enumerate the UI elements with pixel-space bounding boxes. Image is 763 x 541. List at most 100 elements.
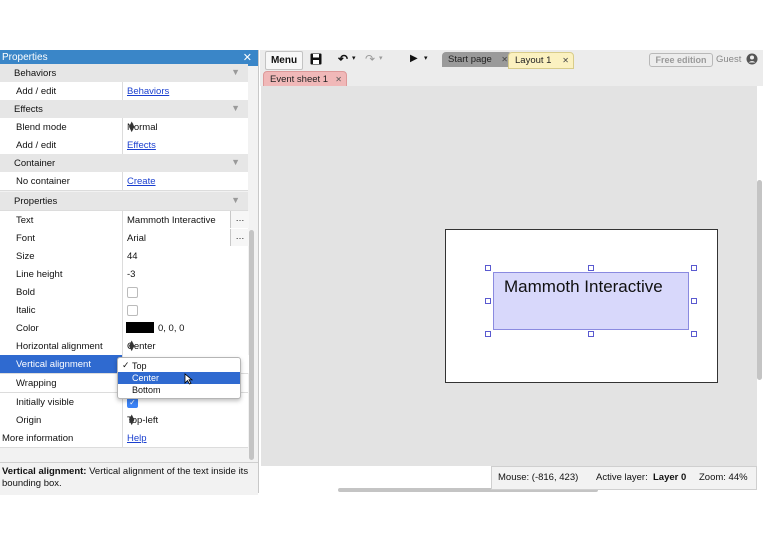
user-account-icon[interactable] xyxy=(746,53,758,65)
zoom-level: Zoom: 44% xyxy=(699,472,748,483)
color-value: 0, 0, 0 xyxy=(158,323,185,334)
font-field[interactable]: Arial … xyxy=(122,229,249,247)
property-row-text: Text Mammoth Interactive … xyxy=(0,211,249,230)
guest-label[interactable]: Guest xyxy=(716,54,741,65)
size-field[interactable]: 44 xyxy=(122,247,249,265)
text-field[interactable]: Mammoth Interactive … xyxy=(122,211,249,229)
blend-mode-select[interactable]: Normal ▲ ▼ xyxy=(122,118,249,136)
play-icon[interactable]: ▶ xyxy=(410,53,418,64)
property-label: Italic xyxy=(16,305,36,316)
close-icon[interactable]: ✕ xyxy=(243,51,252,64)
close-icon[interactable]: ✕ xyxy=(335,72,342,87)
option-label: Bottom xyxy=(132,385,161,395)
property-label: Initially visible xyxy=(16,397,75,408)
properties-panel: Properties ✕ Behaviors ▼ Add / edit Beha… xyxy=(0,50,259,493)
option-label: Top xyxy=(132,361,147,371)
checkmark-icon: ✓ xyxy=(122,360,130,370)
property-row-effects: Add / edit Effects xyxy=(0,136,248,155)
property-row-size: Size 44 xyxy=(0,247,248,266)
property-row-origin: Origin Top-left ▲ ▼ xyxy=(0,411,248,430)
property-row-line-height: Line height -3 xyxy=(0,265,248,284)
chevron-down-icon[interactable]: ▾ xyxy=(352,54,356,62)
behaviors-link[interactable]: Behaviors xyxy=(127,86,169,97)
chevron-down-icon[interactable]: ▾ xyxy=(379,54,383,62)
select-arrows-icon: ▲▼ xyxy=(127,119,137,135)
property-label: Size xyxy=(16,251,35,262)
redo-icon[interactable]: ↷ xyxy=(365,52,375,66)
field-value: Mammoth Interactive xyxy=(127,215,216,226)
line-height-field[interactable]: -3 xyxy=(122,265,249,283)
property-label: Font xyxy=(16,233,36,244)
dropdown-option-top[interactable]: ✓ Top xyxy=(118,360,240,372)
tab-layout-1[interactable]: Layout 1 ✕ xyxy=(508,52,574,69)
property-row-italic: Italic xyxy=(0,301,248,320)
collapse-icon[interactable]: ▼ xyxy=(231,103,240,113)
vertical-alignment-dropdown[interactable]: ✓ Top Center Bottom xyxy=(117,357,241,399)
undo-icon[interactable]: ↶ xyxy=(338,52,348,66)
property-label: Add / edit xyxy=(16,86,57,97)
create-container-link[interactable]: Create xyxy=(127,176,156,187)
text-object-content: Mammoth Interactive xyxy=(504,277,663,296)
property-label: No container xyxy=(16,176,70,187)
effects-link[interactable]: Effects xyxy=(127,140,156,151)
mouse-position: Mouse: (-816, 423) xyxy=(498,472,579,483)
property-label: Horizontal alignment xyxy=(16,341,103,352)
section-behaviors[interactable]: Behaviors ▼ xyxy=(0,64,248,83)
text-object[interactable]: Mammoth Interactive xyxy=(493,272,689,330)
property-label: Color xyxy=(16,323,39,334)
property-row-horizontal-alignment: Horizontal alignment Center ▲ ▼ xyxy=(0,337,248,356)
color-swatch[interactable] xyxy=(126,322,154,333)
dropdown-option-center[interactable]: Center xyxy=(118,372,240,385)
resize-handle[interactable] xyxy=(588,331,594,337)
resize-handle[interactable] xyxy=(691,265,697,271)
help-link[interactable]: Help xyxy=(127,433,147,444)
close-icon[interactable]: ✕ xyxy=(501,52,508,67)
resize-handle[interactable] xyxy=(485,298,491,304)
section-effects[interactable]: Effects ▼ xyxy=(0,100,248,119)
free-edition-badge[interactable]: Free edition xyxy=(649,53,713,67)
horizontal-alignment-select[interactable]: Center ▲ ▼ xyxy=(122,337,249,355)
active-layer-value: Layer 0 xyxy=(653,472,687,483)
close-icon[interactable]: ✕ xyxy=(562,53,569,68)
property-label: Add / edit xyxy=(16,140,57,151)
property-label: Bold xyxy=(16,287,36,298)
floppy-disk-icon[interactable] xyxy=(310,53,322,65)
property-row-more-information: More information Help xyxy=(0,429,248,448)
resize-handle[interactable] xyxy=(485,265,491,271)
italic-checkbox[interactable] xyxy=(127,305,138,316)
collapse-icon[interactable]: ▼ xyxy=(231,157,240,167)
property-row-color: Color 0, 0, 0 xyxy=(0,319,248,338)
property-row-behaviors: Add / edit Behaviors xyxy=(0,82,248,101)
vertical-scrollbar[interactable] xyxy=(757,180,762,380)
properties-scrollbar[interactable] xyxy=(249,230,254,460)
tab-start-page[interactable]: Start page ✕ xyxy=(442,52,512,67)
resize-handle[interactable] xyxy=(485,331,491,337)
ellipsis-button[interactable]: … xyxy=(230,211,249,228)
sheet-tab-bar: Event sheet 1 ✕ xyxy=(260,70,763,88)
section-properties[interactable]: Properties ▼ xyxy=(0,192,248,211)
properties-panel-title: Properties xyxy=(2,52,48,63)
tab-label: Start page xyxy=(448,54,492,65)
select-arrows-icon: ▲▼ xyxy=(127,338,137,354)
tab-label: Layout 1 xyxy=(515,55,552,66)
tab-label: Event sheet 1 xyxy=(270,74,329,85)
ellipsis-button[interactable]: … xyxy=(230,229,249,246)
status-bar: Mouse: (-816, 423) Active layer: Layer 0… xyxy=(491,466,757,490)
origin-select[interactable]: Top-left ▲ ▼ xyxy=(122,411,249,429)
chevron-down-icon[interactable]: ▾ xyxy=(424,54,428,62)
property-label: Text xyxy=(16,215,34,226)
section-container[interactable]: Container ▼ xyxy=(0,154,248,173)
dropdown-option-bottom[interactable]: Bottom xyxy=(118,384,240,396)
active-layer-label: Active layer: xyxy=(596,472,648,483)
collapse-icon[interactable]: ▼ xyxy=(231,195,240,205)
menu-button[interactable]: Menu xyxy=(265,51,303,70)
bold-checkbox[interactable] xyxy=(127,287,138,298)
option-label: Center xyxy=(132,373,160,383)
resize-handle[interactable] xyxy=(691,331,697,337)
field-value: 44 xyxy=(127,251,138,262)
resize-handle[interactable] xyxy=(691,298,697,304)
section-label: Container xyxy=(14,158,56,169)
collapse-icon[interactable]: ▼ xyxy=(231,67,240,77)
resize-handle[interactable] xyxy=(588,265,594,271)
property-description: Vertical alignment: Vertical alignment o… xyxy=(0,462,258,495)
